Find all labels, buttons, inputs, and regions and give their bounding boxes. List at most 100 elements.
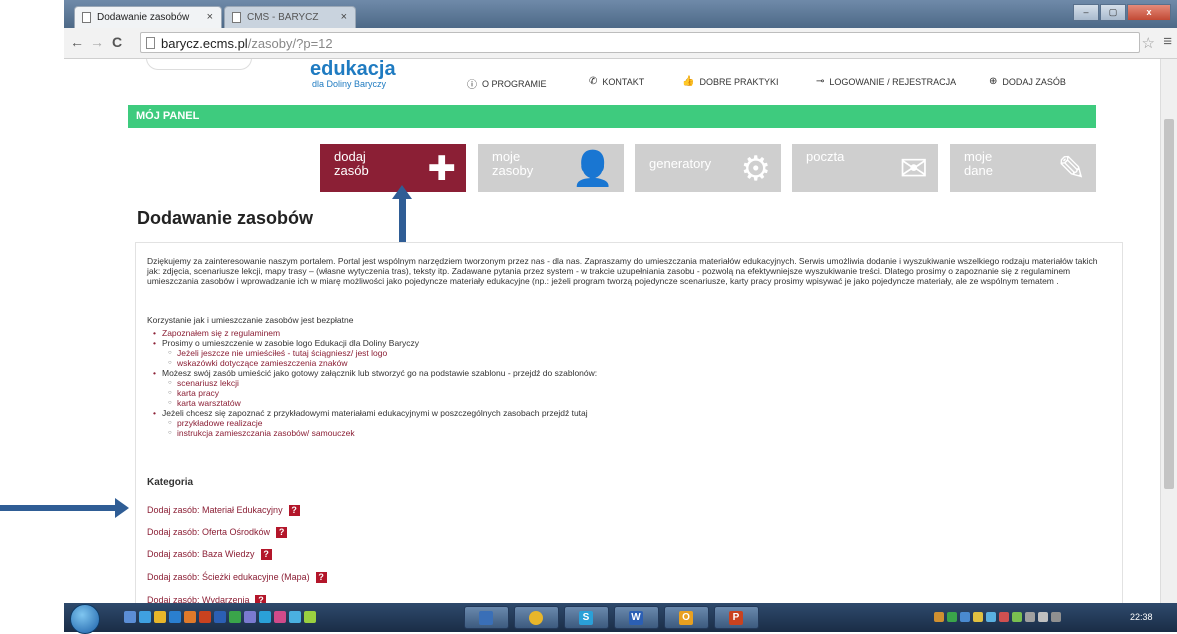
window-controls: ‒ ▢ x (1073, 4, 1171, 21)
scrollbar-thumb[interactable] (1164, 119, 1174, 489)
taskbar-chrome[interactable] (514, 606, 559, 629)
rule-text: Możesz swój zasób umieścić jako gotowy z… (153, 368, 597, 378)
rule-link[interactable]: karta warsztatów (162, 398, 597, 408)
category-link-oferta[interactable]: Dodaj zasób: Oferta Ośrodków? (147, 527, 288, 539)
quicklaunch-icon[interactable] (199, 611, 211, 623)
annotation-arrow-left (0, 498, 129, 518)
taskbar-app-1[interactable] (464, 606, 509, 629)
tray-icon[interactable] (1025, 612, 1035, 622)
nav-dobre-praktyki[interactable]: 👍 DOBRE PRAKTYKI (682, 76, 778, 87)
quick-launch (124, 611, 316, 623)
logo-text: edukacja (310, 59, 396, 80)
taskbar-outlook[interactable]: O (664, 606, 709, 629)
close-tab-icon[interactable]: × (207, 11, 213, 23)
nav-logowanie[interactable]: ⊸ LOGOWANIE / REJESTRACJA (816, 76, 956, 87)
category-link-material[interactable]: Dodaj zasób: Materiał Edukacyjny? (147, 505, 300, 517)
taskbar-app-s[interactable]: S (564, 606, 609, 629)
reload-button[interactable]: C (112, 34, 122, 50)
tray-icon[interactable] (960, 612, 970, 622)
quicklaunch-icon[interactable] (184, 611, 196, 623)
quicklaunch-icon[interactable] (229, 611, 241, 623)
tile-poczta[interactable]: poczta ✉ (792, 144, 938, 192)
tab-title: CMS - BARYCZ (247, 12, 319, 23)
tile-moje-zasoby[interactable]: moje zasoby 👤 (478, 144, 624, 192)
tray-icon[interactable] (934, 612, 944, 622)
taskbar-word[interactable]: W (614, 606, 659, 629)
thumb-up-icon: 👍 (682, 76, 695, 87)
windows-taskbar: S W O P 22:38 (64, 603, 1177, 634)
nav-label: KONTAKT (602, 76, 645, 87)
taskbar-powerpoint[interactable]: P (714, 606, 759, 629)
quicklaunch-icon[interactable] (214, 611, 226, 623)
category-link-wydarzenia[interactable]: Dodaj zasób: Wydarzenia? (147, 595, 267, 603)
tab-cms-barycz[interactable]: CMS - BARYCZ × (224, 6, 356, 28)
menu-icon[interactable]: ≡ (1163, 33, 1172, 50)
url-host: barycz.ecms.pl (161, 36, 248, 51)
page-icon (146, 37, 155, 49)
quicklaunch-icon[interactable] (304, 611, 316, 623)
back-button[interactable]: ← (70, 34, 84, 50)
rule-link[interactable]: wskazówki dotyczące zamieszczenia znaków (162, 358, 597, 368)
rule-link[interactable]: scenariusz lekcji (162, 378, 597, 388)
maximize-button[interactable]: ▢ (1100, 4, 1126, 21)
tab-title: Dodawanie zasobów (97, 12, 190, 23)
site-logo[interactable]: edukacja dla Doliny Baryczy (310, 59, 396, 89)
browser-window: Dodawanie zasobów × CMS - BARYCZ × ‒ ▢ x… (64, 0, 1177, 603)
rule-link[interactable]: przykładowe realizacje (162, 418, 597, 428)
plus-circle-icon: ⊕ (989, 76, 998, 87)
close-window-button[interactable]: x (1127, 4, 1171, 21)
category-heading: Kategoria (147, 477, 194, 488)
quicklaunch-icon[interactable] (139, 611, 151, 623)
url-path: /zasoby/?p=12 (247, 36, 333, 51)
close-tab-icon[interactable]: × (341, 11, 347, 23)
rule-link[interactable]: karta pracy (162, 388, 597, 398)
edit-icon: ✎ (1057, 150, 1087, 188)
quicklaunch-icon[interactable] (274, 611, 286, 623)
quicklaunch-icon[interactable] (169, 611, 181, 623)
nav-label: DODAJ ZASÓB (1002, 76, 1066, 87)
help-icon[interactable]: ? (255, 595, 267, 603)
tray-icon[interactable] (947, 612, 957, 622)
quicklaunch-icon[interactable] (124, 611, 136, 623)
quicklaunch-icon[interactable] (244, 611, 256, 623)
forward-button[interactable]: → (90, 34, 104, 50)
quicklaunch-icon[interactable] (289, 611, 301, 623)
logo-subtitle: dla Doliny Baryczy (312, 79, 387, 89)
tile-generatory[interactable]: generatory ⚙ (635, 144, 781, 192)
intro-text: Dziękujemy za zainteresowanie naszym por… (147, 256, 1098, 286)
content-box: Dziękujemy za zainteresowanie naszym por… (135, 242, 1123, 603)
tray-icon[interactable] (1012, 612, 1022, 622)
page-scrollbar[interactable] (1160, 59, 1177, 603)
volume-icon[interactable] (1038, 612, 1048, 622)
help-icon[interactable]: ? (315, 572, 327, 584)
tile-moje-dane[interactable]: moje dane ✎ (950, 144, 1096, 192)
phone-icon: ✆ (589, 76, 598, 87)
tray-icon[interactable] (999, 612, 1009, 622)
help-icon[interactable]: ? (288, 505, 300, 517)
nav-dodaj-zasob[interactable]: ⊕ DODAJ ZASÓB (989, 76, 1066, 87)
rule-link[interactable]: instrukcja zamieszczania zasobów/ samouc… (162, 428, 597, 438)
help-icon[interactable]: ? (260, 549, 272, 561)
quicklaunch-icon[interactable] (154, 611, 166, 623)
help-icon[interactable]: ? (276, 527, 288, 539)
web-page: edukacja dla Doliny Baryczy ⓘ O PROGRAMI… (64, 59, 1161, 603)
quicklaunch-icon[interactable] (259, 611, 271, 623)
tab-dodawanie-zasobow[interactable]: Dodawanie zasobów × (74, 6, 222, 28)
nav-label: O PROGRAMIE (482, 78, 547, 89)
rule-link[interactable]: Zapoznałem się z regulaminem (153, 328, 597, 338)
tray-icon[interactable] (986, 612, 996, 622)
nav-kontakt[interactable]: ✆ KONTAKT (589, 76, 644, 87)
category-link-sciezki[interactable]: Dodaj zasób: Ścieżki edukacyjne (Mapa)? (147, 572, 327, 584)
page-icon (82, 12, 91, 23)
start-button[interactable] (70, 604, 100, 634)
bookmark-star-icon[interactable]: ☆ (1142, 34, 1155, 52)
category-link-baza[interactable]: Dodaj zasób: Baza Wiedzy? (147, 549, 272, 561)
nav-o-programie[interactable]: ⓘ O PROGRAMIE (467, 76, 547, 92)
page-icon (232, 12, 241, 23)
network-icon[interactable] (1051, 612, 1061, 622)
minimize-button[interactable]: ‒ (1073, 4, 1099, 21)
taskbar-clock[interactable]: 22:38 (1130, 612, 1153, 622)
rule-link[interactable]: Jeżeli jeszcze nie umieściłeś - tutaj śc… (162, 348, 597, 358)
address-bar[interactable]: barycz.ecms.pl/zasoby/?p=12 (140, 32, 1140, 53)
tray-icon[interactable] (973, 612, 983, 622)
